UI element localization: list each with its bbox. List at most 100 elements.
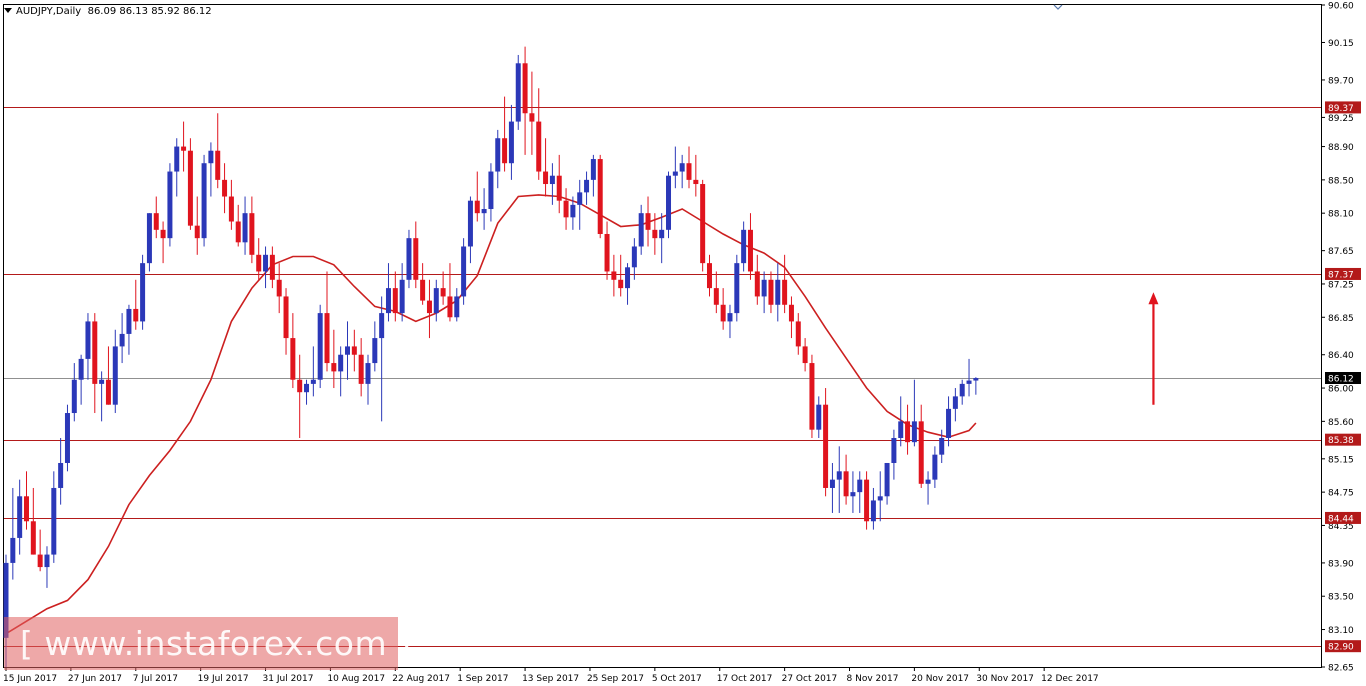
candle-body: [64, 413, 70, 463]
candle-body: [706, 263, 712, 289]
candle-body: [283, 296, 289, 339]
candle-body: [522, 63, 528, 114]
candle-body: [549, 175, 555, 185]
candle-body: [413, 238, 419, 280]
dropdown-triangle-icon[interactable]: [4, 8, 12, 13]
level-tag-label: 82.90: [1328, 643, 1354, 653]
candle-body: [365, 363, 371, 384]
candle-body: [310, 379, 316, 384]
candle-body: [461, 246, 467, 297]
x-tick-label: 20 Nov 2017: [911, 674, 969, 684]
y-tick-label: 85.15: [1328, 455, 1354, 465]
candle-body: [290, 338, 296, 380]
candle-body: [338, 354, 344, 372]
candle-body: [625, 267, 631, 289]
candle-body: [652, 229, 658, 239]
x-tick-label: 31 Jul 2017: [263, 674, 314, 684]
x-tick-label: 12 Dec 2017: [1041, 674, 1099, 684]
candle-body: [406, 238, 412, 280]
candle-body: [515, 63, 521, 122]
candle-body: [843, 471, 849, 497]
y-tick-label: 90.60: [1328, 2, 1354, 12]
candle-body: [508, 121, 514, 164]
candle-body: [959, 383, 965, 397]
x-tick-label: 17 Oct 2017: [717, 674, 773, 684]
x-tick-label: 19 Jul 2017: [198, 674, 249, 684]
candle-body: [426, 300, 432, 314]
candle-body: [795, 321, 801, 347]
x-tick-label: 13 Sep 2017: [522, 674, 579, 684]
y-tick-label: 83.90: [1328, 559, 1354, 569]
candle: [666, 171, 672, 239]
candle-body: [85, 321, 91, 359]
candle-body: [140, 263, 146, 322]
candle: [597, 154, 603, 239]
candle-body: [679, 163, 685, 172]
candle-body: [563, 200, 569, 218]
y-tick-label: 83.10: [1328, 626, 1354, 636]
candle-body: [898, 421, 904, 439]
candle-body: [194, 225, 200, 239]
candle-body: [925, 479, 931, 484]
candle-body: [700, 184, 706, 264]
candle-body: [590, 159, 596, 180]
level-tag-label: 89.37: [1328, 104, 1354, 114]
candle-body: [645, 213, 651, 230]
y-tick-label: 84.75: [1328, 489, 1354, 499]
candle-body: [775, 279, 781, 305]
candle-body: [666, 175, 672, 230]
candle-body: [153, 213, 159, 230]
candle-body: [891, 438, 897, 463]
candle-body: [112, 346, 118, 405]
candle-body: [918, 421, 924, 484]
watermark: [ www.instaforex.com ]: [4, 617, 411, 670]
candle-body: [502, 138, 508, 164]
candle-body: [952, 396, 958, 409]
candle-body: [734, 263, 740, 314]
candle-body: [133, 308, 139, 322]
current-price-tag-label: 86.12: [1328, 375, 1354, 385]
candle-body: [488, 171, 494, 210]
candle-body: [467, 200, 473, 247]
y-tick-label: 82.65: [1328, 664, 1354, 674]
candle-body: [727, 313, 733, 322]
candle-body: [877, 496, 883, 501]
candle-body: [331, 363, 337, 372]
x-tick-label: 27 Jun 2017: [68, 674, 122, 684]
plot-area: [3, 4, 1322, 668]
candle-body: [966, 380, 972, 384]
y-tick-label: 88.50: [1328, 176, 1354, 186]
candle: [167, 163, 173, 247]
candle-body: [672, 171, 678, 176]
candle: [64, 404, 70, 472]
candle-body: [242, 213, 248, 243]
candle-body: [420, 279, 426, 301]
candlestick-chart[interactable]: 90.60 90.15 89.70 89.25 88.90 88.50 88.10 87.65…: [0, 0, 1366, 686]
candle-body: [119, 333, 125, 347]
y-tick-label: 86.85: [1328, 314, 1354, 324]
candle-body: [167, 171, 173, 239]
candle-body: [932, 454, 938, 480]
level-tag-label: 84.44: [1328, 514, 1354, 524]
candle-body: [126, 308, 132, 334]
x-tick-label: 15 Jun 2017: [3, 674, 57, 684]
candle-body: [263, 254, 269, 272]
candle-body: [71, 379, 77, 414]
candle: [146, 213, 152, 272]
candle-body: [345, 346, 350, 355]
x-tick-label: 10 Aug 2017: [327, 674, 385, 684]
candle-body: [618, 279, 624, 289]
x-tick-label: 1 Sep 2017: [457, 674, 508, 684]
candle-body: [973, 378, 979, 381]
candle-body: [201, 163, 207, 239]
candle-body: [324, 313, 330, 364]
candle-body: [905, 421, 911, 443]
candle-body: [946, 408, 952, 439]
x-tick-label: 30 Nov 2017: [976, 674, 1034, 684]
candle-body: [297, 379, 303, 393]
candle-body: [440, 288, 446, 297]
y-tick-label: 89.25: [1328, 114, 1354, 124]
candle-body: [584, 179, 590, 193]
x-tick-label: 22 Aug 2017: [392, 674, 450, 684]
candle: [187, 138, 193, 230]
